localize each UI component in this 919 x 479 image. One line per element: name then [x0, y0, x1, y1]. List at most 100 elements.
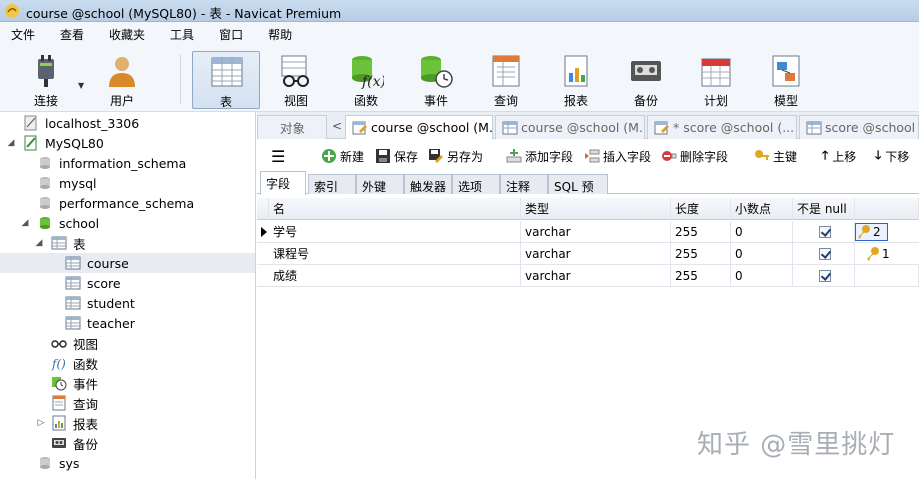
- report-button[interactable]: 报表: [546, 51, 606, 109]
- expand-toggle-icon[interactable]: ◢: [34, 238, 44, 248]
- tree-item-database[interactable]: sys: [0, 453, 255, 473]
- field-type-cell[interactable]: varchar: [521, 265, 671, 287]
- column-header-name[interactable]: 名: [269, 198, 521, 220]
- schedule-button[interactable]: 计划: [686, 51, 746, 109]
- tree-item-queries[interactable]: 查询: [0, 393, 255, 413]
- key-icon: [867, 247, 879, 261]
- tree-item-tables[interactable]: ◢ 表: [0, 233, 255, 253]
- field-length-cell[interactable]: 255: [671, 243, 731, 265]
- column-header-length[interactable]: 长度: [671, 198, 731, 220]
- key-icon: [755, 150, 769, 160]
- column-header-decimals[interactable]: 小数点: [731, 198, 793, 220]
- table-row[interactable]: 课程号 varchar 255 0 1: [257, 243, 919, 265]
- menu-window[interactable]: 窗口: [214, 26, 255, 43]
- field-length-cell[interactable]: 255: [671, 221, 731, 243]
- menu-help[interactable]: 帮助: [263, 26, 304, 43]
- tab-foreign-keys[interactable]: 外键: [356, 174, 404, 194]
- add-field-button[interactable]: 添加字段: [506, 147, 573, 165]
- column-header-not-null[interactable]: 不是 null: [793, 198, 855, 220]
- chevron-down-icon[interactable]: ▼: [78, 81, 84, 90]
- field-type-cell[interactable]: varchar: [521, 221, 671, 243]
- tab-fields[interactable]: 字段: [260, 171, 306, 195]
- tree-item-database[interactable]: information_schema: [0, 153, 255, 173]
- report-icon: [564, 55, 588, 87]
- not-null-checkbox[interactable]: [819, 270, 831, 282]
- tab-comment[interactable]: 注释: [500, 174, 548, 194]
- tree-item-backups[interactable]: 备份: [0, 433, 255, 453]
- field-decimals-cell[interactable]: 0: [731, 265, 793, 287]
- hamburger-menu-icon[interactable]: ☰: [271, 147, 285, 166]
- query-button[interactable]: 查询: [476, 51, 536, 109]
- insert-field-button[interactable]: 插入字段: [584, 147, 651, 165]
- field-decimals-cell[interactable]: 0: [731, 221, 793, 243]
- model-icon: [772, 55, 800, 87]
- tab-indexes[interactable]: 索引: [308, 174, 356, 194]
- backup-button[interactable]: 备份: [616, 51, 676, 109]
- tree-item-table-student[interactable]: student: [0, 293, 255, 313]
- view-button[interactable]: 视图: [266, 51, 326, 109]
- key-order-cell[interactable]: 1: [865, 245, 890, 263]
- tab-score-design[interactable]: * score @school (...: [647, 115, 797, 139]
- delete-field-button[interactable]: 删除字段: [661, 147, 728, 165]
- new-button[interactable]: 新建: [321, 147, 364, 165]
- connect-button[interactable]: 连接 ▼: [16, 51, 84, 109]
- tree-item-table-course[interactable]: course: [0, 253, 255, 273]
- table-button[interactable]: 表: [192, 51, 260, 109]
- field-name-cell[interactable]: 成绩: [269, 265, 521, 287]
- tab-sql-preview[interactable]: SQL 预览: [548, 174, 608, 211]
- tree-item-mysql80[interactable]: ◢ MySQL80: [0, 133, 255, 153]
- tree-item-functions[interactable]: f() 函数: [0, 353, 255, 373]
- table-icon: [502, 121, 518, 134]
- table-icon: [65, 276, 81, 290]
- field-name-cell[interactable]: 课程号: [269, 243, 521, 265]
- model-button[interactable]: 模型: [756, 51, 816, 109]
- svg-text:f(x): f(x): [361, 74, 384, 89]
- save-as-button[interactable]: 另存为: [428, 147, 483, 165]
- tree-item-database[interactable]: performance_schema: [0, 193, 255, 213]
- move-up-button[interactable]: 🡑 上移: [822, 147, 856, 165]
- table-row[interactable]: 学号 varchar 255 0 2: [257, 221, 919, 243]
- column-header-key[interactable]: [855, 198, 919, 220]
- tree-item-table-score[interactable]: score: [0, 273, 255, 293]
- menu-tools[interactable]: 工具: [165, 26, 206, 43]
- user-button[interactable]: 用户: [92, 51, 152, 109]
- field-name-cell[interactable]: 学号: [269, 221, 521, 243]
- tab-course-data[interactable]: course @school (M...: [495, 115, 645, 139]
- chevron-left-icon[interactable]: <: [332, 119, 342, 133]
- function-button[interactable]: f(x) 函数: [336, 51, 396, 109]
- event-clock-icon: [421, 56, 453, 88]
- column-header-type[interactable]: 类型: [521, 198, 671, 220]
- menu-view[interactable]: 查看: [55, 26, 96, 43]
- tree-item-localhost[interactable]: localhost_3306: [0, 113, 255, 133]
- field-length-cell[interactable]: 255: [671, 265, 731, 287]
- tree-item-table-teacher[interactable]: teacher: [0, 313, 255, 333]
- tab-options[interactable]: 选项: [452, 174, 500, 194]
- chevron-right-icon[interactable]: ▷: [36, 418, 46, 428]
- tree-item-school[interactable]: ◢ school: [0, 213, 255, 233]
- primary-key-button[interactable]: 主键: [754, 147, 797, 165]
- save-as-icon: [429, 149, 443, 163]
- expand-toggle-icon[interactable]: ◢: [6, 138, 16, 148]
- not-null-checkbox[interactable]: [819, 248, 831, 260]
- menu-file[interactable]: 文件: [6, 26, 47, 43]
- tree-item-reports[interactable]: ▷ 报表: [0, 413, 255, 433]
- tree-item-database[interactable]: mysql: [0, 173, 255, 193]
- event-button[interactable]: 事件: [406, 51, 466, 109]
- table-row[interactable]: 成绩 varchar 255 0: [257, 265, 919, 287]
- field-decimals-cell[interactable]: 0: [731, 243, 793, 265]
- toolbar-divider: [180, 54, 181, 104]
- tab-triggers[interactable]: 触发器: [404, 174, 452, 194]
- menu-favorites[interactable]: 收藏夹: [104, 26, 157, 43]
- tree-item-events[interactable]: 事件: [0, 373, 255, 393]
- save-button[interactable]: 保存: [375, 147, 418, 165]
- not-null-checkbox[interactable]: [819, 226, 831, 238]
- tab-score-data[interactable]: score @school (M: [799, 115, 919, 139]
- tab-course-design[interactable]: course @school (M...: [345, 115, 493, 139]
- key-order-cell[interactable]: 2: [855, 223, 888, 241]
- move-down-button[interactable]: 🡓 下移: [875, 147, 909, 165]
- tree-item-views[interactable]: 视图: [0, 333, 255, 353]
- expand-toggle-icon[interactable]: ◢: [20, 218, 30, 228]
- key-order-cell[interactable]: [855, 265, 919, 287]
- tab-objects[interactable]: 对象: [257, 115, 327, 139]
- field-type-cell[interactable]: varchar: [521, 243, 671, 265]
